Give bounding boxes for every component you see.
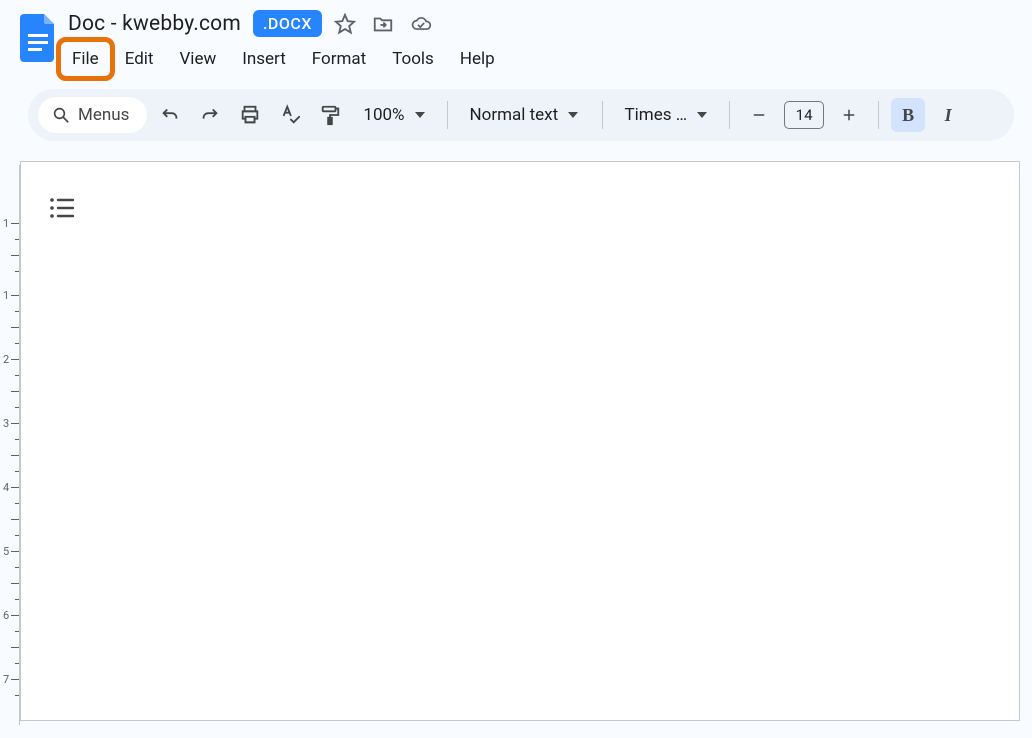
minus-icon: [750, 106, 768, 124]
paragraph-style-value: Normal text: [470, 105, 559, 125]
spellcheck-button[interactable]: [273, 98, 307, 132]
bold-icon: B: [902, 105, 914, 126]
divider: [878, 101, 879, 129]
paragraph-style-dropdown[interactable]: Normal text: [460, 105, 590, 125]
zoom-dropdown[interactable]: 100%: [353, 105, 434, 125]
italic-icon: I: [945, 105, 952, 126]
paint-format-icon: [319, 104, 341, 126]
redo-button[interactable]: [193, 98, 227, 132]
menu-edit[interactable]: Edit: [113, 43, 166, 75]
font-value: Times …: [625, 105, 688, 125]
menu-bar: File Edit View Insert Format Tools Help: [60, 43, 507, 75]
document-page[interactable]: [20, 161, 1020, 721]
outline-toggle[interactable]: [49, 196, 75, 220]
docx-badge: .DOCX: [253, 10, 322, 37]
bold-button[interactable]: B: [891, 98, 925, 132]
chevron-down-icon: [415, 112, 425, 118]
menu-file[interactable]: File: [60, 43, 111, 75]
cloud-status-icon[interactable]: [410, 13, 432, 35]
chevron-down-icon: [697, 112, 707, 118]
docs-logo[interactable]: [18, 12, 58, 64]
print-button[interactable]: [233, 98, 267, 132]
divider: [447, 101, 448, 129]
spellcheck-icon: [279, 104, 301, 126]
italic-button[interactable]: I: [931, 98, 965, 132]
vertical-ruler: 1 1 2 3 4 5 6 7: [0, 165, 20, 725]
font-dropdown[interactable]: Times …: [615, 105, 718, 125]
redo-icon: [199, 104, 221, 126]
zoom-value: 100%: [363, 105, 404, 125]
menu-format[interactable]: Format: [300, 43, 378, 75]
font-size-increase[interactable]: [832, 98, 866, 132]
undo-button[interactable]: [153, 98, 187, 132]
search-icon: [52, 106, 70, 124]
toolbar: Menus 100% Normal text Times … 14: [28, 89, 1014, 141]
undo-icon: [159, 104, 181, 126]
list-icon: [49, 196, 75, 220]
divider: [602, 101, 603, 129]
menu-view[interactable]: View: [167, 43, 228, 75]
move-folder-icon[interactable]: [372, 13, 394, 35]
font-size-input[interactable]: 14: [784, 101, 824, 129]
plus-icon: [840, 106, 858, 124]
menu-help[interactable]: Help: [448, 43, 507, 75]
chevron-down-icon: [568, 112, 578, 118]
doc-title[interactable]: Doc - kwebby.com: [68, 12, 241, 36]
print-icon: [239, 104, 261, 126]
menu-insert[interactable]: Insert: [230, 43, 298, 75]
menus-label: Menus: [78, 105, 129, 125]
divider: [729, 101, 730, 129]
paint-format-button[interactable]: [313, 98, 347, 132]
star-icon[interactable]: [334, 13, 356, 35]
font-size-decrease[interactable]: [742, 98, 776, 132]
menu-tools[interactable]: Tools: [380, 43, 446, 75]
menus-search[interactable]: Menus: [38, 97, 147, 133]
